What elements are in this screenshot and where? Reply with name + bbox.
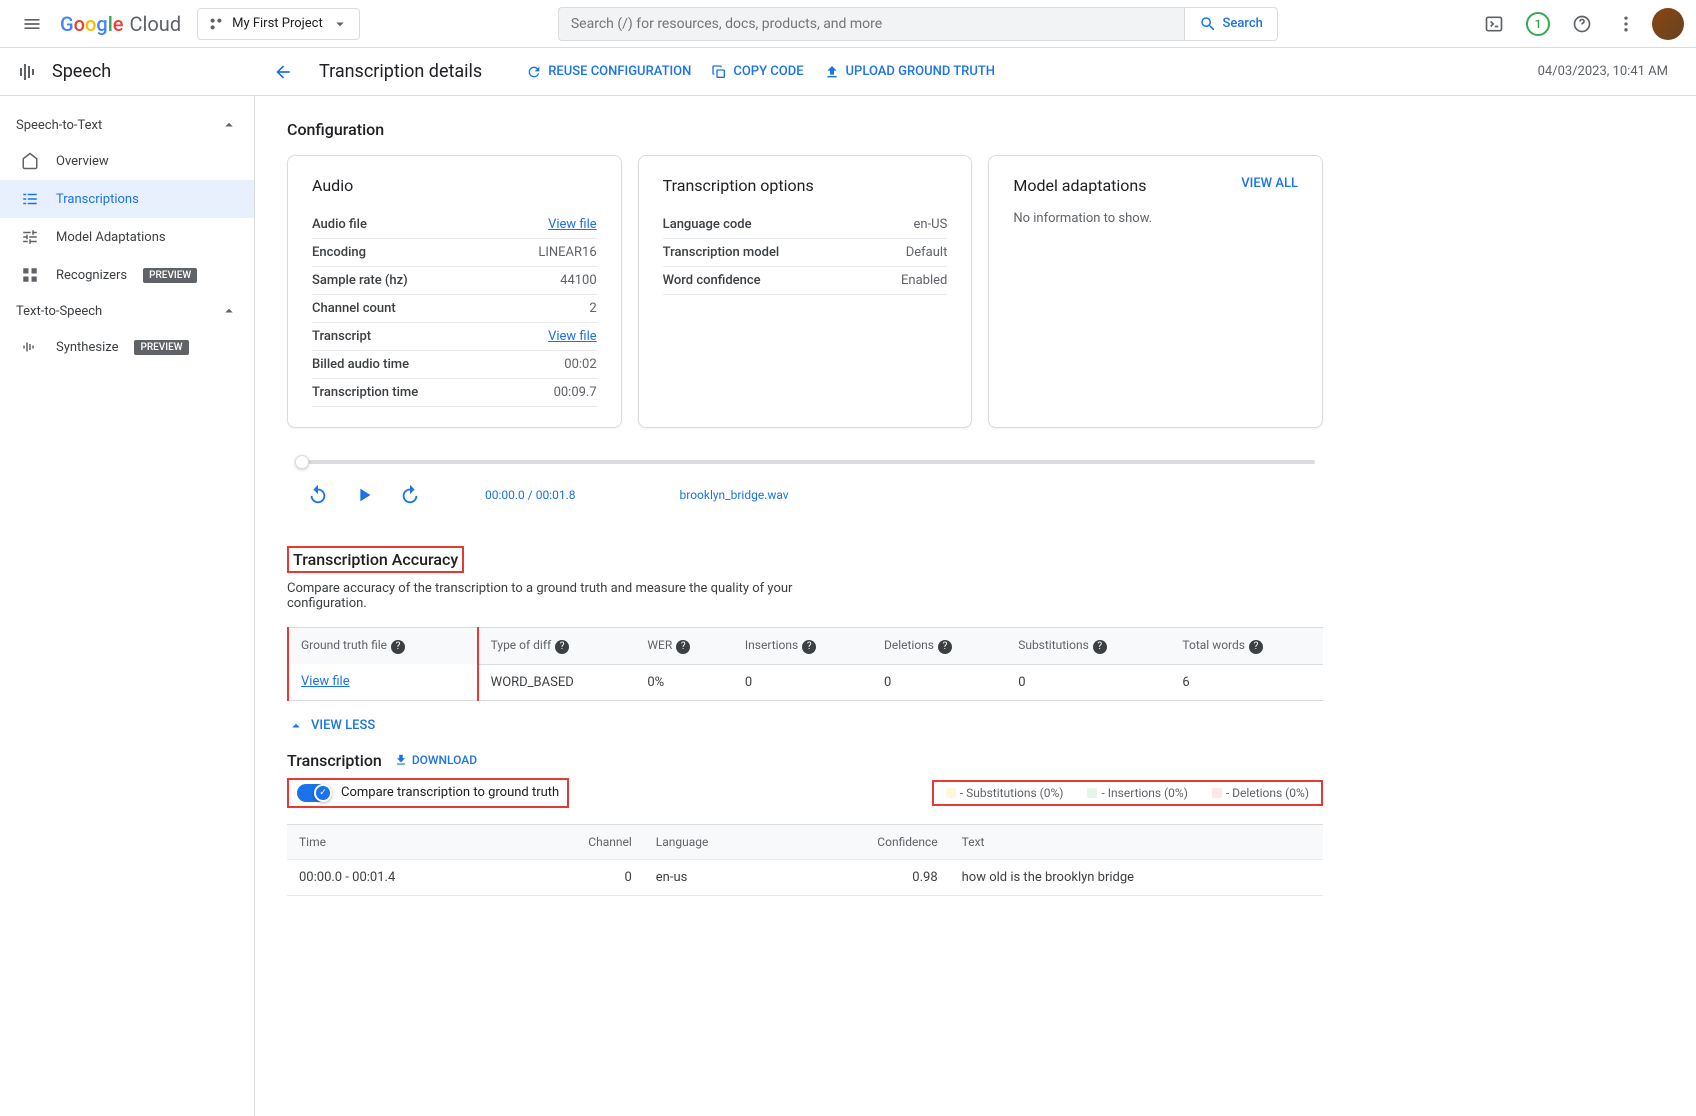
notifications-badge[interactable]: 1 [1520,6,1556,42]
help-icon[interactable]: ? [1249,640,1263,654]
search-button[interactable]: Search [1185,7,1278,41]
accuracy-row: View file WORD_BASED 0% 0 0 0 6 [288,664,1323,700]
help-icon[interactable]: ? [802,640,816,654]
transcription-row[interactable]: 00:00.0 - 00:01.4 0 en-us 0.98 how old i… [287,859,1323,895]
preview-badge: PREVIEW [143,268,197,283]
tune-icon [20,228,40,246]
help-icon[interactable] [1564,6,1600,42]
reuse-configuration-button[interactable]: REUSE CONFIGURATION [526,64,691,80]
wave-icon [20,338,40,356]
sidebar-item-transcriptions[interactable]: Transcriptions [0,180,254,218]
player-track[interactable] [295,460,1315,464]
help-icon[interactable]: ? [676,640,690,654]
chevron-up-icon [220,116,238,134]
compare-toggle-label: Compare transcription to ground truth [341,785,559,800]
compare-toggle[interactable]: ✓ [297,784,331,802]
player-filename: brooklyn_bridge.wav [680,488,789,502]
accuracy-title: Transcription Accuracy [293,550,458,569]
cloud-shell-icon[interactable] [1476,6,1512,42]
hamburger-menu[interactable] [12,4,52,44]
player-thumb[interactable] [295,455,309,469]
diff-legend: - Substitutions (0%) - Insertions (0%) -… [946,786,1309,800]
help-icon[interactable]: ? [938,640,952,654]
transcription-title: Transcription [287,751,382,770]
transcription-table: Time Channel Language Confidence Text 00… [287,824,1323,896]
ground-truth-file-link[interactable]: View file [301,674,350,689]
search-input-wrapper[interactable] [558,7,1185,41]
project-name: My First Project [232,16,323,31]
model-adaptations-card: VIEW ALL Model adaptations No informatio… [988,155,1323,428]
sidebar-item-model-adaptations[interactable]: Model Adaptations [0,218,254,256]
transcript-file-link[interactable]: View file [548,329,597,344]
upload-ground-truth-button[interactable]: UPLOAD GROUND TRUTH [824,64,995,80]
accuracy-table: Ground truth file? Type of diff? WER? In… [287,627,1323,701]
timestamp: 04/03/2023, 10:41 AM [1538,64,1668,79]
audio-card: Audio Audio fileView file EncodingLINEAR… [287,155,622,428]
sidebar: Speech-to-Text Overview Transcriptions M… [0,96,255,1116]
sidebar-item-synthesize[interactable]: Synthesize PREVIEW [0,328,254,366]
chevron-up-icon [220,302,238,320]
preview-badge: PREVIEW [134,340,188,355]
back-button[interactable] [267,56,299,88]
view-less-button[interactable]: VIEW LESS [287,717,1323,735]
accuracy-description: Compare accuracy of the transcription to… [287,581,807,611]
sidebar-item-recognizers[interactable]: Recognizers PREVIEW [0,256,254,294]
configuration-title: Configuration [287,120,1323,139]
google-cloud-logo[interactable]: Google Cloud [60,12,181,36]
help-icon[interactable]: ? [555,640,569,654]
more-options-icon[interactable] [1608,6,1644,42]
project-selector[interactable]: My First Project [197,8,360,40]
search-input[interactable] [571,16,1172,32]
help-icon[interactable]: ? [391,640,405,654]
product-header: Speech [0,60,255,84]
rewind-button[interactable] [307,484,329,506]
copy-code-button[interactable]: COPY CODE [711,64,803,80]
home-icon [20,152,40,170]
download-button[interactable]: DOWNLOAD [394,753,477,767]
audio-player: 00:00.0 / 00:01.8 brooklyn_bridge.wav [295,460,1315,506]
help-icon[interactable]: ? [1093,640,1107,654]
deletions-swatch [1212,788,1222,798]
speech-icon [16,60,40,84]
audio-file-link[interactable]: View file [548,217,597,232]
sidebar-section-stt[interactable]: Speech-to-Text [0,108,254,142]
substitutions-swatch [946,788,956,798]
player-time: 00:00.0 / 00:01.8 [485,488,576,502]
page-title: Transcription details [319,61,482,82]
play-button[interactable] [353,484,375,506]
insertions-swatch [1087,788,1097,798]
list-icon [20,190,40,208]
forward-button[interactable] [399,484,421,506]
sidebar-item-overview[interactable]: Overview [0,142,254,180]
transcription-options-card: Transcription options Language codeen-US… [638,155,973,428]
grid-icon [20,266,40,284]
sidebar-section-tts[interactable]: Text-to-Speech [0,294,254,328]
view-all-link[interactable]: VIEW ALL [1241,176,1298,191]
user-avatar[interactable] [1652,8,1684,40]
